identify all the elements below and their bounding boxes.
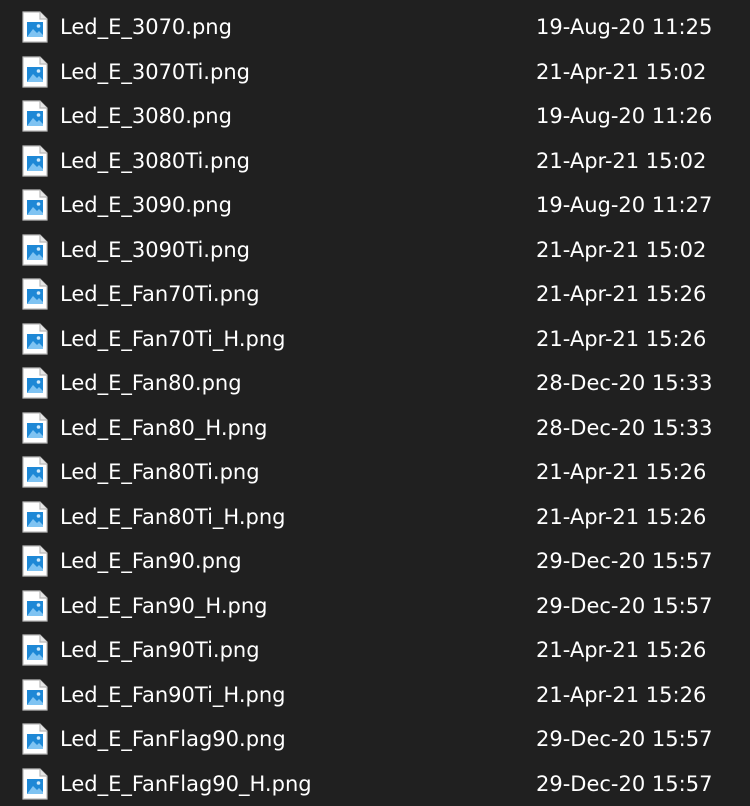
file-date-modified: 21-Apr-21 15:26: [536, 282, 707, 306]
file-name: Led_E_3070.png: [60, 15, 232, 39]
file-date-modified: 28-Dec-20 15:33: [536, 371, 713, 395]
file-row[interactable]: Led_E_3080.png 19-Aug-20 11:26: [0, 94, 750, 138]
file-name: Led_E_Fan80Ti_H.png: [60, 504, 286, 529]
file-row[interactable]: Led_E_Fan90.png 29-Dec-20 15:57: [0, 539, 750, 583]
file-name: Led_E_3070Ti.png: [60, 59, 250, 84]
file-name: Led_E_Fan80Ti.png: [60, 460, 260, 484]
file-row[interactable]: Led_E_Fan80Ti_H.png 21-Apr-21 15:26: [0, 495, 750, 539]
file-name: Led_E_Fan70Ti_H.png: [60, 326, 286, 351]
file-name: Led_E_FanFlag90_H.png: [60, 771, 312, 796]
file-row[interactable]: Led_E_3080Ti.png 21-Apr-21 15:02: [0, 139, 750, 183]
file-name: Led_E_Fan90.png: [60, 549, 242, 573]
file-row[interactable]: Led_E_Fan70Ti_H.png 21-Apr-21 15:26: [0, 317, 750, 361]
file-name: Led_E_3080Ti.png: [60, 148, 250, 173]
file-row[interactable]: Led_E_Fan90Ti.png 21-Apr-21 15:26: [0, 628, 750, 672]
file-name: Led_E_Fan80_H.png: [60, 415, 268, 440]
file-row[interactable]: Led_E_Fan90Ti_H.png 21-Apr-21 15:26: [0, 673, 750, 717]
file-date-modified: 21-Apr-21 15:02: [536, 59, 707, 84]
file-name: Led_E_3080.png: [60, 104, 232, 128]
file-row[interactable]: Led_E_FanFlag90_H.png 29-Dec-20 15:57: [0, 762, 750, 806]
file-row[interactable]: Led_E_3070Ti.png 21-Apr-21 15:02: [0, 50, 750, 94]
file-date-modified: 21-Apr-21 15:02: [536, 237, 707, 262]
file-name: Led_E_Fan80.png: [60, 371, 242, 395]
file-date-modified: 29-Dec-20 15:57: [536, 727, 713, 751]
file-date-modified: 19-Aug-20 11:25: [536, 15, 713, 39]
file-row[interactable]: Led_E_Fan80_H.png 28-Dec-20 15:33: [0, 406, 750, 450]
file-date-modified: 21-Apr-21 15:26: [536, 326, 707, 351]
file-row[interactable]: Led_E_3070.png 19-Aug-20 11:25: [0, 5, 750, 49]
file-date-modified: 19-Aug-20 11:26: [536, 104, 713, 128]
file-row[interactable]: Led_E_Fan80.png 28-Dec-20 15:33: [0, 361, 750, 405]
file-name: Led_E_3090.png: [60, 193, 232, 217]
file-name: Led_E_Fan70Ti.png: [60, 282, 260, 306]
file-name: Led_E_Fan90_H.png: [60, 593, 268, 618]
file-date-modified: 19-Aug-20 11:27: [536, 193, 713, 217]
file-date-modified: 21-Apr-21 15:26: [536, 460, 707, 484]
file-row[interactable]: Led_E_Fan90_H.png 29-Dec-20 15:57: [0, 584, 750, 628]
file-date-modified: 21-Apr-21 15:26: [536, 638, 707, 662]
file-name: Led_E_Fan90Ti.png: [60, 638, 260, 662]
file-date-modified: 29-Dec-20 15:57: [536, 771, 713, 796]
file-name: Led_E_Fan90Ti_H.png: [60, 682, 286, 707]
file-row[interactable]: Led_E_3090Ti.png 21-Apr-21 15:02: [0, 228, 750, 272]
file-date-modified: 21-Apr-21 15:26: [536, 504, 707, 529]
file-date-modified: 21-Apr-21 15:26: [536, 682, 707, 707]
file-row[interactable]: Led_E_Fan80Ti.png 21-Apr-21 15:26: [0, 450, 750, 494]
file-date-modified: 29-Dec-20 15:57: [536, 549, 713, 573]
file-list: Led_E_3070.png 19-Aug-20 11:25 Led_E_3070T…: [0, 0, 750, 804]
file-row[interactable]: Led_E_FanFlag90.png 29-Dec-20 15:57: [0, 717, 750, 761]
file-date-modified: 28-Dec-20 15:33: [536, 415, 713, 440]
file-name: Led_E_FanFlag90.png: [60, 727, 286, 751]
file-name: Led_E_3090Ti.png: [60, 237, 250, 262]
file-row[interactable]: Led_E_3090.png 19-Aug-20 11:27: [0, 183, 750, 227]
file-row[interactable]: Led_E_Fan70Ti.png 21-Apr-21 15:26: [0, 272, 750, 316]
file-date-modified: 21-Apr-21 15:02: [536, 148, 707, 173]
file-date-modified: 29-Dec-20 15:57: [536, 593, 713, 618]
